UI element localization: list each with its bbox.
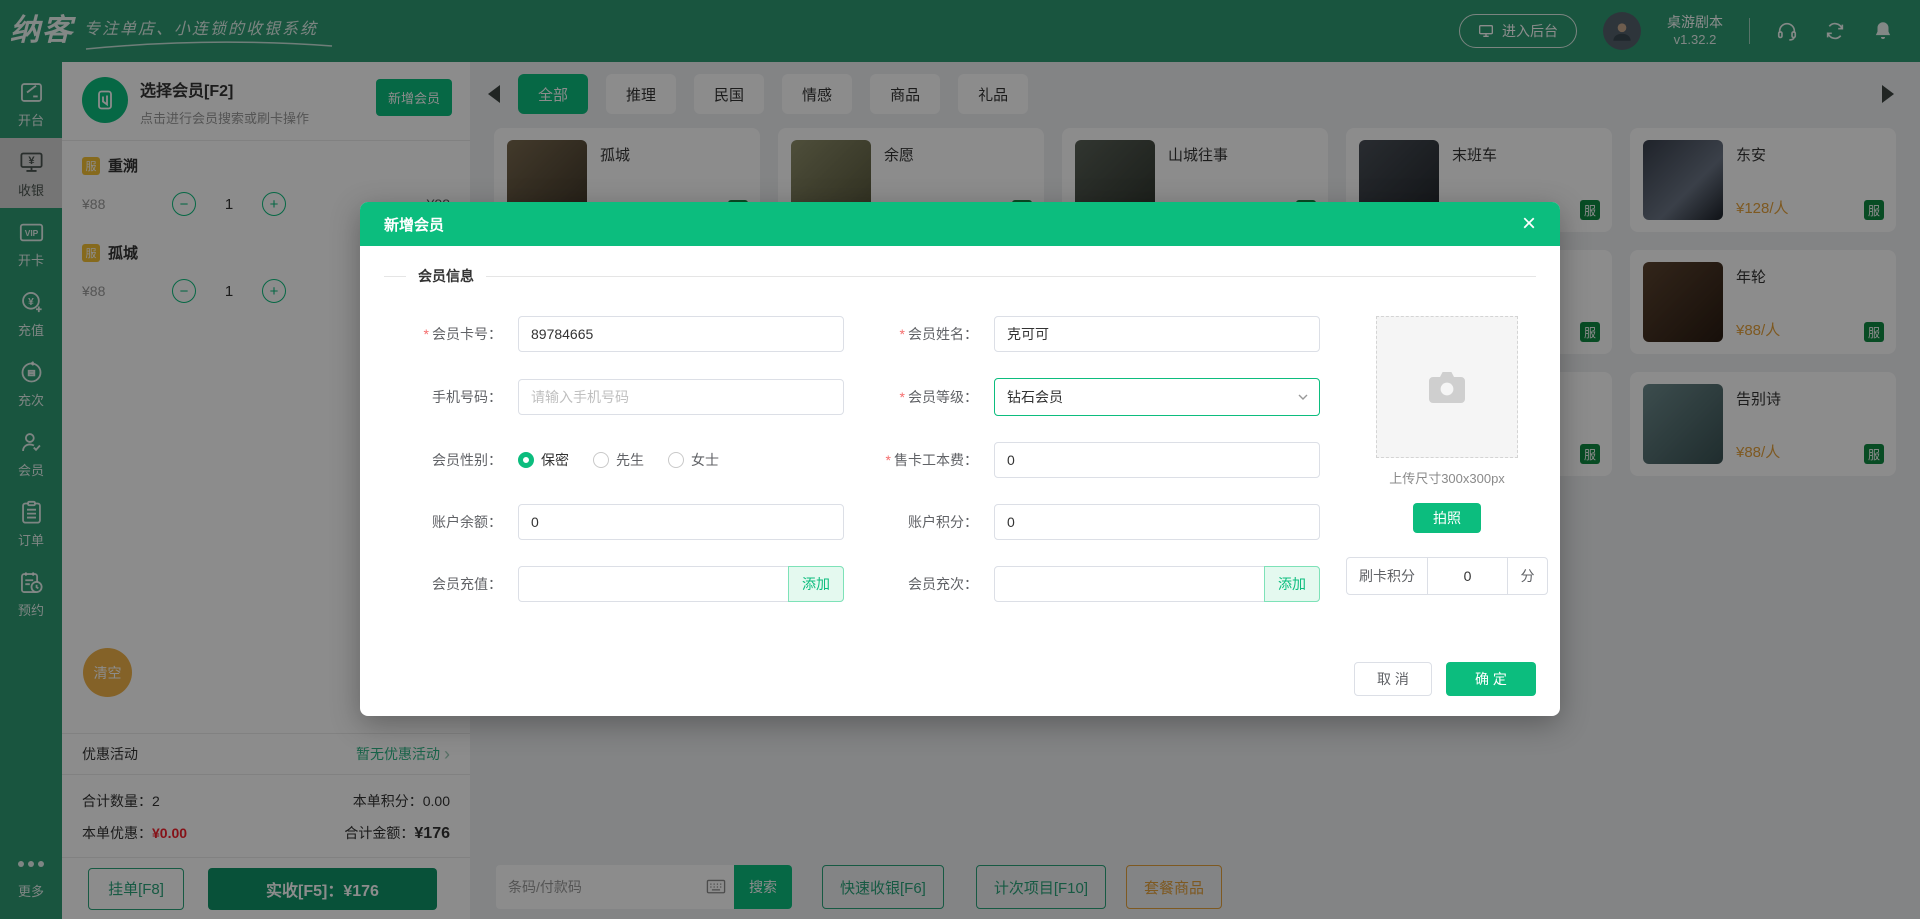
camera-icon [1423,363,1471,411]
member-level-label: *会员等级： [860,387,978,407]
swipe-points-unit: 分 [1507,558,1547,594]
points-field[interactable] [994,504,1320,540]
section-title: 会员信息 [418,266,474,286]
member-form: *会员卡号： *会员姓名： 手机号码： *会员等级： 钻石会员 会员性别： [384,316,1536,602]
member-name-field[interactable] [994,316,1320,352]
member-level-value: 钻石会员 [1007,387,1063,407]
gender-radio-group: 保密 先生 女士 [518,450,844,470]
cancel-button[interactable]: 取 消 [1354,662,1432,696]
radio-icon [593,452,609,468]
radio-ms[interactable]: 女士 [668,450,719,470]
swipe-points-label: 刷卡积分 [1347,558,1428,594]
section-header: 会员信息 [384,266,1536,286]
modal-footer: 取 消 确 定 [1354,662,1536,696]
confirm-button[interactable]: 确 定 [1446,662,1536,696]
recharge-times-add-button[interactable]: 添加 [1264,566,1320,602]
swipe-points-group: 刷卡积分 分 [1346,557,1548,595]
recharge-add-button[interactable]: 添加 [788,566,844,602]
photo-size-hint: 上传尺寸300x300px [1346,468,1548,487]
recharge-times-group: 添加 [994,566,1320,602]
card-fee-label: *售卡工本费： [860,450,978,470]
balance-field[interactable] [518,504,844,540]
recharge-times-label: 会员充次： [860,574,978,594]
phone-field[interactable] [518,379,844,415]
chevron-down-icon [1297,391,1309,403]
photo-upload-box[interactable] [1376,316,1518,458]
close-icon[interactable]: × [1522,212,1536,236]
recharge-group: 添加 [518,566,844,602]
card-no-field[interactable] [518,316,844,352]
section-dash [384,276,406,277]
card-no-label: *会员卡号： [384,324,502,344]
recharge-label: 会员充值： [384,574,502,594]
member-name-label: *会员姓名： [860,324,978,344]
radio-icon [518,452,534,468]
modal-body: 会员信息 *会员卡号： *会员姓名： 手机号码： *会员等级： 钻石会员 [360,246,1560,716]
member-level-select[interactable]: 钻石会员 [994,378,1320,416]
balance-label: 账户余额： [384,512,502,532]
phone-label: 手机号码： [384,387,502,407]
points-label: 账户积分： [860,512,978,532]
gender-label: 会员性别： [384,450,502,470]
add-member-modal: 新增会员 × 会员信息 *会员卡号： *会员姓名： 手机号码： [360,202,1560,716]
section-line [486,276,1536,277]
modal-header: 新增会员 × [360,202,1560,246]
swipe-points-field[interactable] [1428,558,1507,594]
radio-icon [668,452,684,468]
photo-column: 上传尺寸300x300px 拍照 刷卡积分 分 [1346,316,1548,602]
app-root: 纳客 专注单店、小连锁的收银系统 进入后台 桌游剧本 v1.32.2 [0,0,1920,919]
card-fee-field[interactable] [994,442,1320,478]
form-grid: *会员卡号： *会员姓名： 手机号码： *会员等级： 钻石会员 会员性别： [384,316,1320,602]
radio-mr[interactable]: 先生 [593,450,644,470]
take-photo-button[interactable]: 拍照 [1413,503,1481,533]
radio-secret[interactable]: 保密 [518,450,569,470]
modal-title: 新增会员 [384,214,444,235]
